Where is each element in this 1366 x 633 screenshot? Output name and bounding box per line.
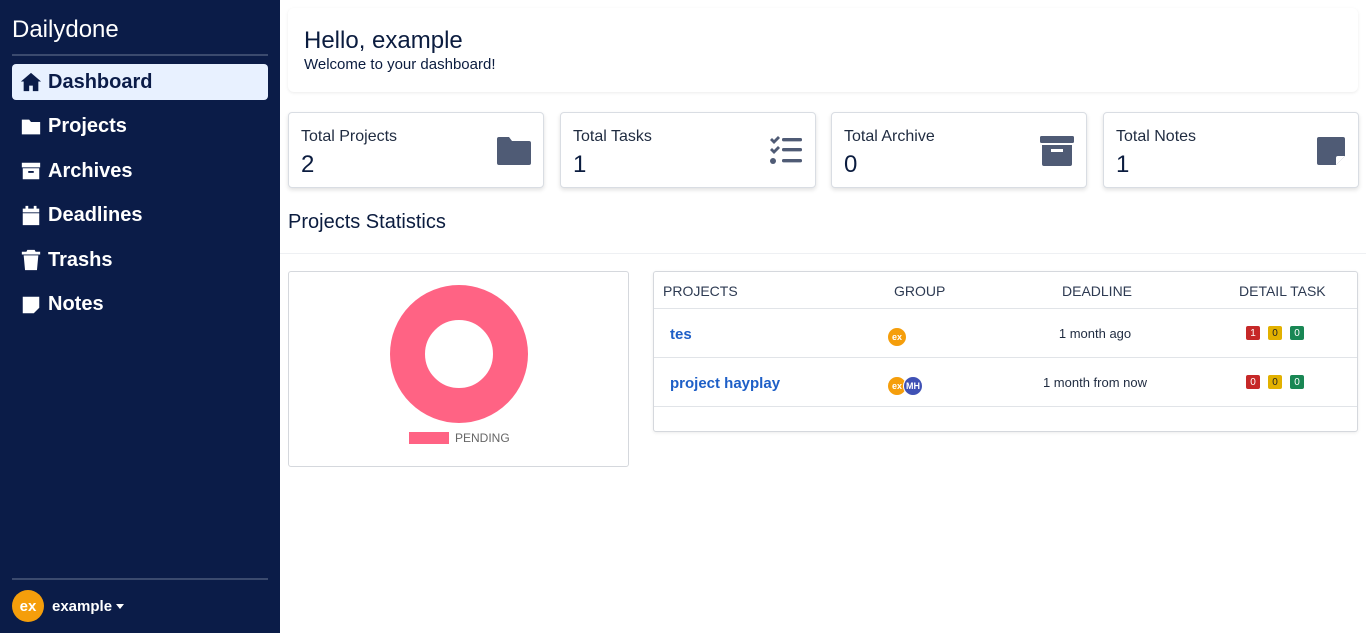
sidebar-item-label: Notes bbox=[48, 293, 104, 316]
user-name: example bbox=[52, 597, 113, 615]
sidebar-item-trashs[interactable]: Trashs bbox=[12, 242, 268, 278]
folder-icon bbox=[497, 135, 531, 167]
calendar-icon bbox=[19, 204, 43, 228]
stat-label: Total Projects bbox=[301, 128, 398, 145]
section-divider bbox=[280, 253, 1366, 254]
welcome-card: Hello, example Welcome to your dashboard… bbox=[288, 8, 1358, 92]
column-header-group: GROUP bbox=[894, 283, 946, 299]
badge-pending: 0 bbox=[1246, 375, 1260, 389]
table-row: project hayplay ex MH 1 month from now 0… bbox=[654, 358, 1357, 407]
pie-chart: PENDING bbox=[390, 285, 528, 445]
section-title: Projects Statistics bbox=[288, 211, 446, 233]
sidebar: Dailydone Dashboard Projects Archives De… bbox=[0, 0, 280, 633]
stat-value: 1 bbox=[573, 151, 587, 178]
sidebar-item-projects[interactable]: Projects bbox=[12, 109, 268, 145]
stat-value: 1 bbox=[1116, 151, 1130, 178]
home-icon bbox=[19, 70, 43, 94]
deadline-text: 1 month from now bbox=[1042, 375, 1148, 390]
folder-icon bbox=[19, 115, 43, 139]
stat-card-tasks: Total Tasks 1 bbox=[560, 112, 816, 188]
badge-pending: 1 bbox=[1246, 326, 1260, 340]
sidebar-item-deadlines[interactable]: Deadlines bbox=[12, 198, 268, 234]
chart-card: PENDING bbox=[288, 271, 629, 467]
stat-card-notes: Total Notes 1 bbox=[1103, 112, 1359, 188]
brand-title: Dailydone bbox=[12, 16, 119, 43]
task-list-icon bbox=[769, 135, 803, 167]
column-header-projects: PROJECTS bbox=[663, 283, 738, 299]
sidebar-item-notes[interactable]: Notes bbox=[12, 287, 268, 323]
sidebar-item-label: Dashboard bbox=[48, 70, 153, 93]
avatar: ex bbox=[887, 327, 907, 347]
sidebar-nav: Dashboard Projects Archives Deadlines Tr… bbox=[12, 64, 268, 332]
stat-label: Total Tasks bbox=[573, 128, 652, 145]
trash-icon bbox=[19, 248, 43, 272]
stat-label: Total Archive bbox=[844, 128, 935, 145]
sidebar-item-label: Deadlines bbox=[48, 204, 143, 227]
sidebar-item-dashboard[interactable]: Dashboard bbox=[12, 64, 268, 100]
task-badges: 0 0 0 bbox=[1246, 375, 1312, 389]
legend-swatch[interactable] bbox=[409, 432, 449, 444]
projects-table: PROJECTS GROUP DEADLINE DETAIL TASK tes … bbox=[653, 271, 1358, 432]
sidebar-item-label: Archives bbox=[48, 159, 133, 182]
member-group: ex MH bbox=[887, 376, 923, 396]
sidebar-item-label: Trashs bbox=[48, 248, 113, 271]
user-menu[interactable]: ex example bbox=[12, 590, 125, 622]
badge-progress: 0 bbox=[1268, 375, 1282, 389]
sidebar-divider bbox=[12, 54, 268, 56]
stat-value: 2 bbox=[301, 151, 315, 178]
archive-box-icon bbox=[1040, 135, 1074, 167]
sidebar-item-label: Projects bbox=[48, 115, 127, 138]
column-header-detail-task: DETAIL TASK bbox=[1239, 283, 1326, 299]
badge-done: 0 bbox=[1290, 326, 1304, 340]
note-icon bbox=[19, 293, 43, 317]
legend-label: PENDING bbox=[455, 431, 510, 445]
archive-icon bbox=[19, 159, 43, 183]
badge-progress: 0 bbox=[1268, 326, 1282, 340]
stat-label: Total Notes bbox=[1116, 128, 1197, 145]
stat-card-projects: Total Projects 2 bbox=[288, 112, 544, 188]
project-link[interactable]: project hayplay bbox=[670, 375, 780, 392]
task-badges: 1 0 0 bbox=[1246, 326, 1312, 340]
caret-down-icon bbox=[116, 603, 125, 609]
pie-slice-pending[interactable] bbox=[390, 285, 528, 423]
avatar: ex bbox=[12, 590, 44, 622]
project-link[interactable]: tes bbox=[670, 326, 692, 343]
deadline-text: 1 month ago bbox=[1058, 326, 1132, 341]
column-header-deadline: DEADLINE bbox=[1062, 283, 1133, 299]
stat-value: 0 bbox=[844, 151, 858, 178]
sidebar-divider bbox=[12, 578, 268, 580]
stat-card-archive: Total Archive 0 bbox=[831, 112, 1087, 188]
sticky-note-icon bbox=[1316, 135, 1346, 167]
badge-done: 0 bbox=[1290, 375, 1304, 389]
member-group: ex bbox=[887, 327, 907, 347]
page-subtitle: Welcome to your dashboard! bbox=[304, 56, 496, 73]
table-row: tes ex 1 month ago 1 0 0 bbox=[654, 309, 1357, 358]
table-header: PROJECTS GROUP DEADLINE DETAIL TASK bbox=[654, 272, 1357, 309]
page-title: Hello, example bbox=[304, 27, 463, 54]
sidebar-item-archives[interactable]: Archives bbox=[12, 153, 268, 189]
avatar: MH bbox=[903, 376, 923, 396]
